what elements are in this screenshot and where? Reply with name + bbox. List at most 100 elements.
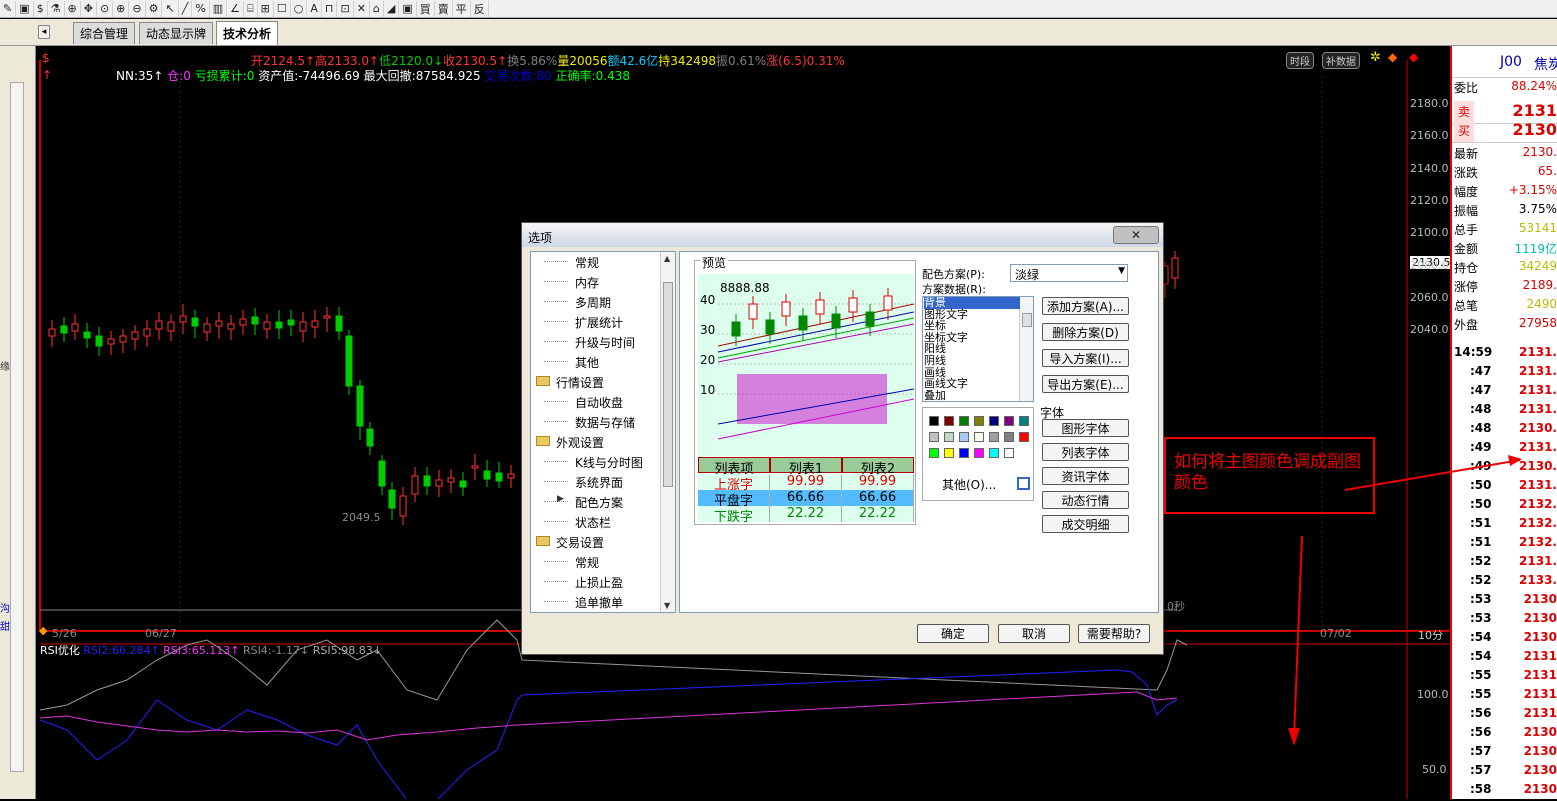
color-swatch[interactable] (1019, 432, 1029, 442)
tree-scrollbar[interactable]: ▲ ▼ (660, 252, 675, 612)
tab-dynamic-board[interactable]: 动态显示牌 (139, 22, 214, 44)
font-button-4[interactable]: 成交明细 (1042, 515, 1129, 533)
toolbar-button[interactable]: ⊞ (258, 0, 274, 17)
toolbar-button[interactable]: ⊕ (113, 0, 130, 17)
color-swatch[interactable] (989, 448, 999, 458)
toolbar-button[interactable]: ○ (291, 0, 308, 17)
tree-node-追单撤单[interactable]: 追单撤单 (575, 594, 623, 611)
scheme-select[interactable]: 淡绿 ▼ (1010, 264, 1128, 282)
tick-price: 2130 (1523, 744, 1557, 758)
toolbar-button[interactable]: ⚗ (48, 0, 65, 17)
tree-node-多周期[interactable]: 多周期 (575, 294, 611, 311)
tree-node-交易设置[interactable]: 交易设置 (556, 534, 604, 551)
toolbar-button[interactable]: 賣 (435, 0, 453, 17)
color-swatch[interactable] (974, 416, 984, 426)
ok-button[interactable]: 确定 (917, 624, 989, 643)
add-scheme-button[interactable]: 添加方案(A)... (1042, 297, 1129, 315)
color-swatch[interactable] (974, 448, 984, 458)
toolbar-button[interactable]: ▥ (210, 0, 228, 17)
tab-overview[interactable]: 综合管理 (73, 22, 136, 44)
export-scheme-button[interactable]: 导出方案(E)... (1042, 375, 1129, 393)
tree-node-常规[interactable]: 常规 (575, 254, 599, 271)
font-button-0[interactable]: 图形字体 (1042, 419, 1129, 437)
tab-scroll-left-button[interactable]: ◂ (38, 25, 50, 39)
tree-node-系统界面[interactable]: 系统界面 (575, 474, 623, 491)
font-button-1[interactable]: 列表字体 (1042, 443, 1129, 461)
toolbar-button[interactable]: ✥ (81, 0, 97, 17)
color-swatch[interactable] (929, 416, 939, 426)
color-swatch[interactable] (1004, 416, 1014, 426)
color-swatch[interactable] (929, 448, 939, 458)
scheme-data-list[interactable]: 背景 图形文字 坐标 坐标文字 阳线 阴线 画线 画线文字 叠加 (922, 296, 1034, 402)
toolbar-button[interactable]: ☐ (274, 0, 291, 17)
color-swatch[interactable] (929, 432, 939, 442)
delete-scheme-button[interactable]: 删除方案(D) (1042, 323, 1129, 341)
tree-node-外观设置[interactable]: 外观设置 (556, 434, 604, 451)
candle-body (356, 385, 364, 427)
toolbar-button[interactable]: 反 (471, 0, 489, 17)
color-swatch[interactable] (989, 416, 999, 426)
toolbar-button[interactable]: ⊖ (129, 0, 146, 17)
toolbar-button[interactable]: ⌸ (244, 0, 258, 17)
close-button[interactable]: ✕ (1113, 226, 1159, 244)
toolbar-button[interactable]: ⊕ (65, 0, 81, 17)
color-swatch[interactable] (1004, 448, 1014, 458)
color-swatch[interactable] (1004, 432, 1014, 442)
color-swatch[interactable] (959, 448, 969, 458)
import-scheme-button[interactable]: 导入方案(I)... (1042, 349, 1129, 367)
help-button[interactable]: 需要帮助? (1078, 624, 1150, 643)
toolbar-button[interactable]: ⚙ (146, 0, 163, 17)
toolbar-button[interactable]: 買 (417, 0, 435, 17)
dialog-title[interactable]: 选项 (522, 223, 1163, 247)
tree-node-K线与分时图[interactable]: K线与分时图 (575, 454, 643, 471)
cancel-button[interactable]: 取消 (998, 624, 1070, 643)
toolbar-button[interactable]: ◢ (384, 0, 400, 17)
tree-node-常规[interactable]: 常规 (575, 554, 599, 571)
toolbar-button[interactable]: % (192, 0, 210, 17)
color-swatch[interactable] (959, 416, 969, 426)
scheme-list-scrollbar[interactable] (1019, 297, 1033, 401)
tree-node-行情设置[interactable]: 行情设置 (556, 374, 604, 391)
tree-node-其他[interactable]: 其他 (575, 354, 599, 371)
font-button-3[interactable]: 动态行情 (1042, 491, 1129, 509)
toolbar-button[interactable]: ⊡ (337, 0, 354, 17)
toolbar-button[interactable]: ∠ (227, 0, 245, 17)
options-tree[interactable]: ▲ ▼ 常规 内存 多周期 扩展统计 升级与时间 其他 行情设置 自动收盘 数据与存储 外观设置 K… (530, 251, 676, 613)
toolbar-button[interactable]: ✎ (0, 0, 17, 17)
font-button-2[interactable]: 资讯字体 (1042, 467, 1129, 485)
toolbar-button[interactable]: ↖ (162, 0, 179, 17)
tree-node-止损止盈[interactable]: 止损止盈 (575, 574, 623, 591)
tick-time: :56 (1470, 725, 1492, 739)
tree-node-自动收盘[interactable]: 自动收盘 (575, 394, 623, 411)
toolbar-button[interactable]: $ (34, 0, 48, 17)
toolbar-button[interactable]: ⌂ (370, 0, 384, 17)
toolbar-button[interactable]: ╱ (179, 0, 193, 17)
toolbar-button[interactable]: A (307, 0, 322, 17)
color-swatch[interactable] (974, 432, 984, 442)
tick-row: :57 2130 (1452, 744, 1557, 763)
tab-technical-analysis[interactable]: 技术分析 (216, 21, 279, 45)
color-swatch[interactable] (944, 416, 954, 426)
other-color-label[interactable]: 其他(O)... (942, 476, 996, 493)
color-swatch[interactable] (944, 448, 954, 458)
scheme-item[interactable]: 叠加 (924, 390, 1020, 401)
timeframe-label[interactable]: 10分 (1418, 627, 1443, 643)
tree-node-内存[interactable]: 内存 (575, 274, 599, 291)
left-panel-scrollbar[interactable] (10, 82, 24, 772)
toolbar-button[interactable]: ▣ (399, 0, 417, 17)
toolbar-button[interactable]: ▣ (16, 0, 34, 17)
color-swatch[interactable] (989, 432, 999, 442)
tree-node-扩展统计[interactable]: 扩展统计 (575, 314, 623, 331)
tree-node-状态栏[interactable]: 状态栏 (575, 514, 611, 531)
toolbar-button[interactable]: 平 (453, 0, 471, 17)
color-swatch[interactable] (1019, 416, 1029, 426)
color-swatch[interactable] (959, 432, 969, 442)
toolbar-button[interactable]: ✕ (354, 0, 370, 17)
current-color-box[interactable] (1017, 477, 1030, 490)
tree-node-配色方案[interactable]: 配色方案 (575, 494, 623, 511)
color-swatch[interactable] (944, 432, 954, 442)
toolbar-button[interactable]: ⊙ (97, 0, 114, 17)
tree-node-升级与时间[interactable]: 升级与时间 (575, 334, 635, 351)
toolbar-button[interactable]: ⊓ (322, 0, 338, 17)
tree-node-数据与存储[interactable]: 数据与存储 (575, 414, 635, 431)
